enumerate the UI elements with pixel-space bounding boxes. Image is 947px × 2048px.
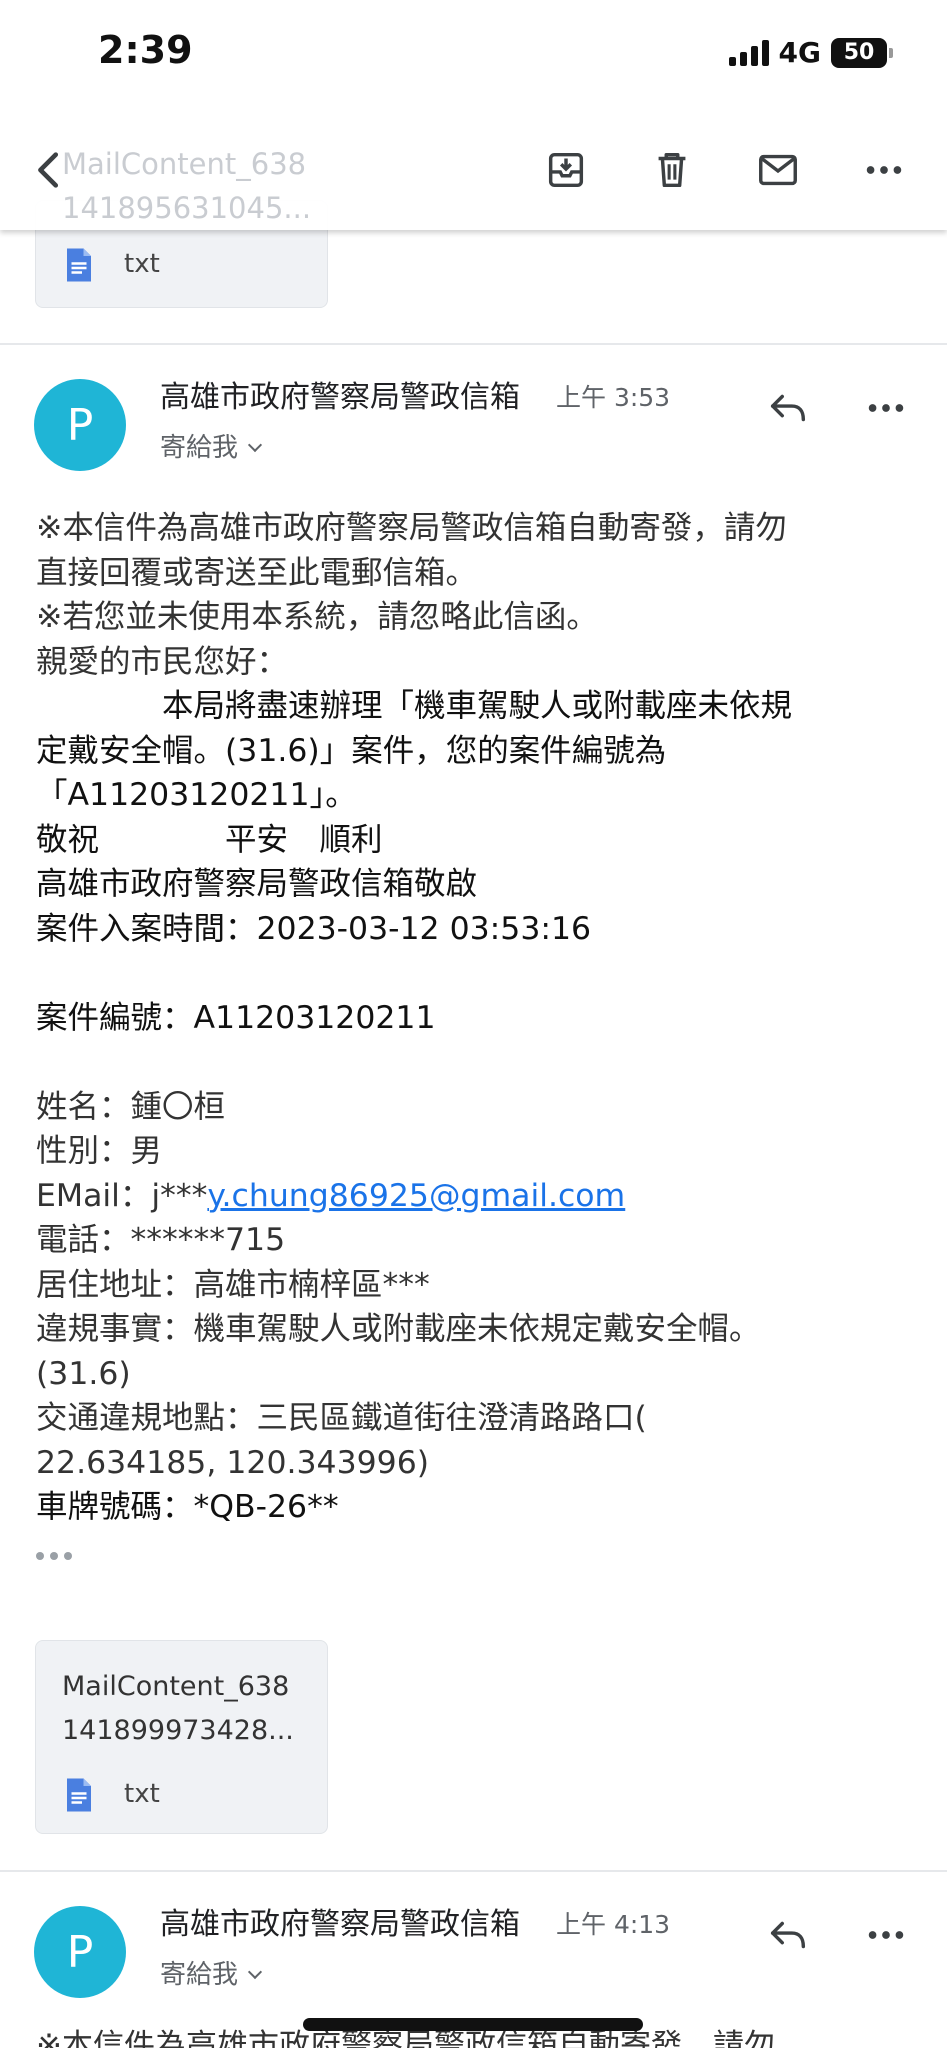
recipient-dropdown[interactable]: 寄給我 xyxy=(160,427,263,464)
detail-plate: 車牌號碼：*QB-26** xyxy=(36,1489,339,1525)
document-icon xyxy=(67,248,91,282)
delete-button[interactable] xyxy=(640,138,704,202)
detail-location: 交通違規地點：三民區鐵道街往澄清路路口( xyxy=(36,1400,647,1436)
chevron-down-icon xyxy=(247,1964,263,1980)
mark-unread-button[interactable] xyxy=(746,138,810,202)
detail-violation-code: (31.6) xyxy=(36,1355,131,1392)
status-bar: 2:39 4G 50 xyxy=(0,0,947,108)
email-link[interactable]: y.chung86925@gmail.com xyxy=(207,1178,625,1214)
more-icon xyxy=(866,166,902,174)
message-divider xyxy=(0,343,947,345)
case-number: 案件編號：A11203120211 xyxy=(36,999,436,1036)
sent-time: 上午 3:53 xyxy=(556,383,671,412)
body-line: ※本信件為高雄市政府警察局警政信箱自動寄發，請勿 xyxy=(36,510,787,546)
chevron-down-icon xyxy=(247,437,263,453)
attachment-type: txt xyxy=(124,1779,160,1809)
detail-email: EMail：j***y.chung86925@gmail.com xyxy=(36,1174,916,1219)
message-more-button[interactable] xyxy=(858,380,914,436)
detail-name: 姓名：鍾〇桓 xyxy=(36,1088,226,1125)
attachment-name-line2: 141899973428... xyxy=(62,1715,294,1746)
archive-button[interactable] xyxy=(534,138,598,202)
reply-button[interactable] xyxy=(760,380,816,436)
detail-phone: 電話：******715 xyxy=(36,1222,286,1258)
sender-name: 高雄市政府警察局警政信箱 xyxy=(160,380,520,415)
body-line: 定戴安全帽。(31.6)」案件，您的案件編號為 xyxy=(36,732,667,769)
detail-address: 居住地址：高雄市楠梓區*** xyxy=(36,1266,430,1303)
back-arrow-icon xyxy=(38,152,59,188)
more-icon xyxy=(868,404,904,412)
body-line: 高雄市政府警察局警政信箱敬啟 xyxy=(36,866,478,902)
status-indicators: 4G 50 xyxy=(728,36,893,69)
detail-coordinates: 22.634185, 120.343996) xyxy=(36,1444,430,1481)
body-line: 敬祝 平安 順利 xyxy=(36,821,383,858)
body-line: 「A11203120211」。 xyxy=(36,777,357,813)
sender-avatar: P xyxy=(34,379,126,471)
message-more-button[interactable] xyxy=(858,1907,914,1963)
archive-icon xyxy=(548,152,584,188)
recipient-dropdown[interactable]: 寄給我 xyxy=(160,1954,263,1991)
reply-icon xyxy=(770,1921,806,1949)
attachment-name-line1: MailContent_638 xyxy=(62,1671,290,1702)
reply-button[interactable] xyxy=(760,1907,816,1963)
body-line: 直接回覆或寄送至此電郵信箱。 xyxy=(36,554,478,591)
back-button[interactable] xyxy=(18,138,82,202)
detail-gender: 性別：男 xyxy=(36,1133,163,1169)
body-line: 親愛的市民您好： xyxy=(36,643,289,680)
status-time: 2:39 xyxy=(98,28,193,72)
signal-icon xyxy=(728,39,769,66)
email-label: EMail：j*** xyxy=(36,1177,208,1214)
recipient-label: 寄給我 xyxy=(160,433,239,463)
reply-icon xyxy=(770,394,806,422)
body-line: ※若您並未使用本系統，請忽略此信函。 xyxy=(36,599,598,635)
mail-icon xyxy=(759,154,797,186)
battery-icon: 50 xyxy=(831,37,893,68)
scrolled-attachment-title: MailContent_638 141895631045... xyxy=(62,147,312,225)
sender-name: 高雄市政府警察局警政信箱 xyxy=(160,1907,520,1942)
message-divider xyxy=(0,1870,947,1872)
recipient-label: 寄給我 xyxy=(160,1960,239,1990)
more-icon xyxy=(868,1931,904,1939)
detail-violation: 違規事實：機車駕駛人或附載座未依規定戴安全帽。 xyxy=(36,1311,761,1347)
trimmed-content-button[interactable] xyxy=(36,1552,72,1560)
attachment-card[interactable]: MailContent_638 141899973428... txt xyxy=(35,1640,328,1834)
more-options-button[interactable] xyxy=(852,138,916,202)
message-body: ※本信件為高雄市政府警察局警政信箱自動寄發，請勿 直接回覆或寄送至此電郵信箱。 … xyxy=(36,506,916,1530)
sender-avatar: P xyxy=(34,1906,126,1998)
trash-icon xyxy=(658,152,686,188)
sent-time: 上午 4:13 xyxy=(556,1910,671,1939)
body-line: 本局將盡速辦理「機車駕駛人或附載座未依規 xyxy=(36,688,793,724)
document-icon xyxy=(67,1778,91,1812)
toolbar: MailContent_638 141895631045... xyxy=(0,108,947,230)
network-type: 4G xyxy=(778,36,821,69)
body-line: 案件入案時間：2023-03-12 03:53:16 xyxy=(36,910,592,947)
home-indicator[interactable] xyxy=(303,2018,643,2031)
attachment-type: txt xyxy=(124,249,160,279)
